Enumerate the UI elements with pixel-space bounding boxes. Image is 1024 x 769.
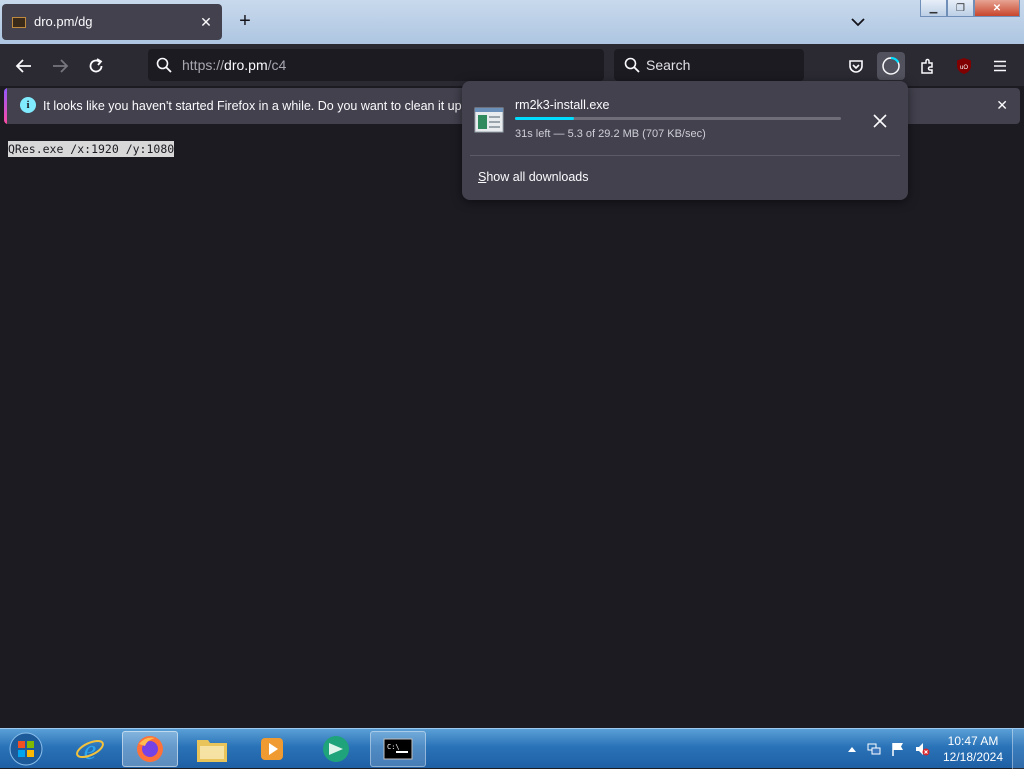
clock-time: 10:47 AM	[947, 734, 999, 748]
volume-muted-icon[interactable]	[914, 741, 930, 757]
navigation-toolbar: https://dro.pm/c4 Search uO	[0, 44, 1024, 86]
windows-taskbar: e C:\ 10:47 AM 12/18/2024	[0, 728, 1024, 769]
cancel-download-icon[interactable]	[868, 109, 892, 133]
pocket-icon	[849, 60, 863, 73]
tab-close-icon[interactable]: ✕	[196, 12, 216, 32]
green-app-icon	[323, 736, 349, 762]
taskbar-firefox[interactable]	[122, 731, 178, 767]
search-icon	[156, 57, 172, 73]
downloads-button[interactable]	[877, 52, 905, 80]
taskbar-media-player[interactable]	[244, 731, 300, 767]
notification-accent-bar	[4, 88, 7, 124]
hamburger-menu-icon	[994, 60, 1006, 72]
show-all-downloads-button[interactable]: Show all downloads	[478, 170, 589, 184]
restore-button[interactable]: ❐	[947, 0, 974, 17]
puzzle-piece-icon	[921, 58, 933, 74]
url-text: https://dro.pm/c4	[182, 57, 286, 73]
svg-text:e: e	[84, 735, 96, 764]
ublock-shield-icon: uO	[957, 58, 971, 74]
windows-start-orb-icon	[9, 732, 43, 766]
notification-close-icon[interactable]: ✕	[996, 97, 1008, 114]
download-status: 31s left — 5.3 of 29.2 MB (707 KB/sec)	[515, 128, 706, 140]
list-all-tabs-icon[interactable]	[848, 12, 868, 32]
download-progress-icon	[882, 56, 900, 75]
executable-file-icon	[474, 107, 504, 133]
download-progress-bar	[515, 117, 841, 120]
forward-button[interactable]	[46, 52, 74, 80]
notification-message: It looks like you haven't started Firefo…	[43, 99, 480, 113]
tab-active[interactable]: dro.pm/dg ✕	[2, 4, 222, 40]
svg-text:C:\: C:\	[387, 743, 400, 751]
internet-explorer-icon: e	[76, 735, 104, 764]
new-tab-button[interactable]: +	[234, 10, 256, 32]
system-clock[interactable]: 10:47 AM 12/18/2024	[938, 733, 1008, 765]
back-arrow-icon	[15, 59, 31, 73]
info-icon: i	[20, 97, 36, 113]
clock-date: 12/18/2024	[942, 750, 1004, 764]
forward-arrow-icon	[53, 59, 69, 73]
taskbar-file-explorer[interactable]	[184, 731, 240, 767]
search-placeholder: Search	[646, 57, 691, 73]
download-progress-fill	[515, 117, 574, 120]
show-hidden-icons-icon[interactable]	[844, 741, 860, 757]
window-close-button[interactable]: ✕	[974, 0, 1020, 17]
reload-button[interactable]	[82, 52, 110, 80]
media-player-icon	[261, 738, 283, 760]
address-bar[interactable]: https://dro.pm/c4	[148, 49, 604, 81]
start-button[interactable]	[0, 731, 52, 767]
url-scheme: https://	[182, 57, 225, 73]
taskbar-internet-explorer[interactable]: e	[62, 731, 118, 767]
show-desktop-button[interactable]	[1012, 729, 1024, 769]
url-domain: dro.pm	[224, 57, 268, 73]
page-text-content[interactable]: QRes.exe /x:1920 /y:1080	[8, 141, 175, 157]
tab-strip: dro.pm/dg ✕ + ▁ ❐ ✕	[0, 0, 1024, 44]
network-icon[interactable]	[866, 741, 882, 757]
ublock-origin-button[interactable]: uO	[950, 52, 978, 80]
downloads-panel: rm2k3-install.exe 31s left — 5.3 of 29.2…	[462, 81, 908, 200]
search-icon	[624, 57, 640, 73]
extensions-button[interactable]	[914, 52, 942, 80]
tab-title: dro.pm/dg	[34, 14, 93, 29]
reload-icon	[89, 58, 103, 73]
pocket-button[interactable]	[842, 52, 870, 80]
command-prompt-icon: C:\	[383, 738, 413, 760]
folder-icon	[197, 740, 227, 762]
back-button[interactable]	[10, 52, 38, 80]
taskbar-app[interactable]	[308, 731, 364, 767]
url-path: /c4	[267, 57, 287, 73]
show-all-downloads-label: how all downloads	[486, 170, 589, 184]
window-controls: ▁ ❐ ✕	[920, 0, 1020, 19]
svg-text:uO: uO	[960, 65, 968, 71]
panel-separator	[470, 155, 900, 156]
app-menu-button[interactable]	[986, 52, 1014, 80]
taskbar-command-prompt[interactable]: C:\	[370, 731, 426, 767]
firefox-icon	[137, 736, 163, 762]
action-center-flag-icon[interactable]	[890, 741, 906, 757]
search-bar[interactable]: Search	[614, 49, 804, 81]
site-favicon-icon	[12, 17, 26, 28]
download-filename[interactable]: rm2k3-install.exe	[515, 98, 609, 112]
minimize-button[interactable]: ▁	[920, 0, 947, 17]
